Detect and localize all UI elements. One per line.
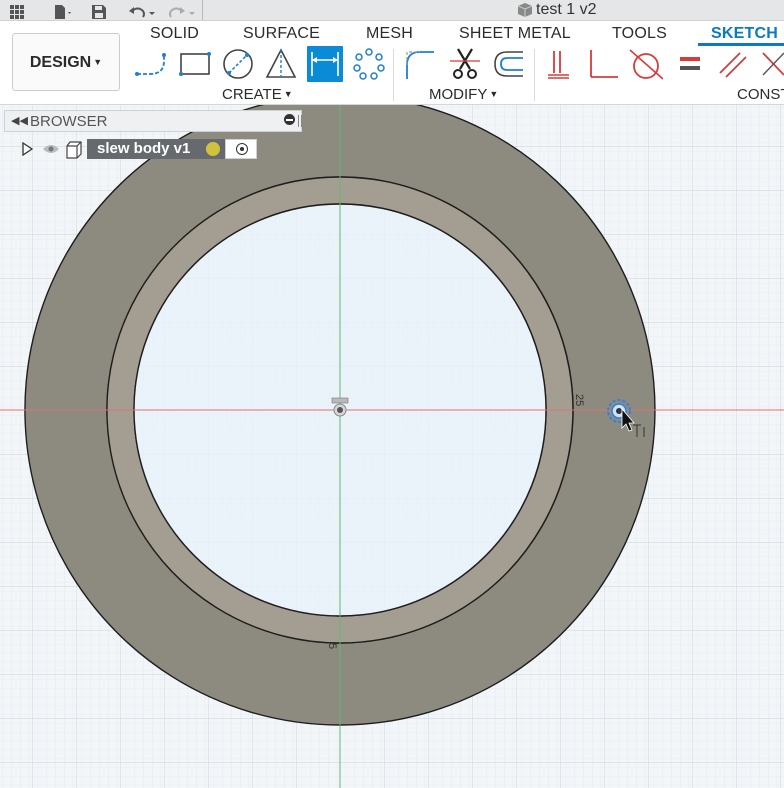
polygon-tool-button[interactable] bbox=[264, 47, 298, 81]
create-menu[interactable]: CREATE ▼ bbox=[222, 86, 293, 103]
workspace-label: DESIGN bbox=[29, 54, 92, 71]
equal-button[interactable] bbox=[673, 47, 707, 81]
dimension-tool-icon bbox=[311, 52, 339, 76]
tab-mesh[interactable]: MESH bbox=[366, 25, 413, 43]
tab-sheet-metal[interactable]: SHEET METAL bbox=[459, 25, 571, 43]
coincident-button[interactable] bbox=[545, 47, 579, 81]
eye-icon[interactable] bbox=[42, 143, 60, 155]
browser-item-label[interactable]: slew body v1 bbox=[87, 139, 225, 159]
midpoint-button[interactable] bbox=[760, 47, 784, 81]
equal-icon bbox=[680, 57, 700, 70]
redo-icon[interactable] bbox=[168, 2, 196, 22]
pattern-tool-icon bbox=[353, 48, 385, 80]
file-icon[interactable] bbox=[54, 2, 74, 22]
perpendicular-button[interactable] bbox=[586, 47, 620, 81]
panel-grip-icon[interactable] bbox=[298, 115, 302, 127]
parallel-icon bbox=[719, 52, 747, 78]
fillet-tool-button[interactable] bbox=[402, 47, 436, 81]
triangle-tool-icon bbox=[265, 48, 297, 78]
origin-point[interactable] bbox=[331, 397, 349, 417]
rectangle-tool-button[interactable] bbox=[178, 47, 212, 81]
browser-panel[interactable]: ◀◀ BROWSER bbox=[4, 110, 302, 132]
dimension-tool-button[interactable] bbox=[307, 46, 343, 82]
title-bar: test 1 v2 bbox=[0, 0, 784, 21]
activate-component-button[interactable] bbox=[225, 139, 257, 159]
browser-tree-item[interactable]: slew body v1 bbox=[20, 139, 260, 161]
modify-label: MODIFY bbox=[429, 86, 488, 103]
modify-menu[interactable]: MODIFY ▼ bbox=[429, 86, 498, 103]
midpoint-icon bbox=[762, 52, 784, 76]
collapse-arrows-icon[interactable]: ◀◀ bbox=[11, 114, 28, 127]
trim-tool-button[interactable] bbox=[448, 47, 482, 81]
constraints-menu[interactable]: CONST bbox=[737, 86, 784, 103]
chevron-down-icon: ▼ bbox=[489, 89, 499, 99]
tangent-icon bbox=[629, 49, 663, 80]
trim-tool-icon bbox=[450, 48, 480, 79]
tab-sketch[interactable]: SKETCH bbox=[711, 25, 778, 43]
line-tool-button[interactable] bbox=[134, 47, 168, 81]
component-icon bbox=[66, 141, 82, 159]
workspace-switcher-button[interactable]: DESIGN ▼ bbox=[12, 33, 120, 91]
create-label: CREATE bbox=[222, 86, 282, 103]
tab-solid[interactable]: SOLID bbox=[150, 25, 199, 43]
title-divider bbox=[202, 0, 203, 20]
coincident-icon bbox=[548, 51, 569, 79]
parallel-button[interactable] bbox=[716, 47, 750, 81]
tangent-button[interactable] bbox=[629, 47, 663, 81]
tab-surface[interactable]: SURFACE bbox=[243, 25, 320, 43]
circle-tool-icon bbox=[223, 49, 253, 79]
chevron-down-icon: ▼ bbox=[93, 57, 103, 67]
chevron-down-icon: ▼ bbox=[283, 89, 293, 99]
offset-tool-icon bbox=[494, 51, 523, 77]
offset-tool-button[interactable] bbox=[491, 47, 525, 81]
rectangle-tool-icon bbox=[179, 52, 211, 76]
minimize-icon[interactable] bbox=[284, 114, 295, 125]
tab-tools[interactable]: TOOLS bbox=[612, 25, 667, 43]
fillet-tool-icon bbox=[406, 51, 434, 79]
browser-title: BROWSER bbox=[30, 113, 108, 130]
expand-triangle-icon[interactable] bbox=[22, 142, 34, 156]
save-icon[interactable] bbox=[92, 2, 106, 22]
dimension-label-5[interactable]: 5 bbox=[326, 643, 338, 649]
toolbar-separator bbox=[393, 49, 394, 101]
pattern-tool-button[interactable] bbox=[352, 47, 386, 81]
line-tool-icon bbox=[135, 53, 166, 76]
radio-target-icon bbox=[236, 143, 248, 155]
perpendicular-icon bbox=[590, 50, 618, 78]
component-badge-icon bbox=[206, 142, 220, 156]
undo-icon[interactable] bbox=[128, 2, 156, 22]
constraints-label: CONST bbox=[737, 86, 784, 103]
active-tab-indicator bbox=[698, 43, 784, 46]
dimension-label-25[interactable]: 25 bbox=[573, 394, 585, 406]
document-title: test 1 v2 bbox=[536, 1, 597, 18]
ribbon-toolbar: DESIGN ▼ SOLID SURFACE MESH SHEET METAL T… bbox=[0, 21, 784, 105]
toolbar-separator bbox=[534, 49, 535, 101]
cube-icon bbox=[518, 3, 532, 17]
circle-tool-button[interactable] bbox=[221, 47, 255, 81]
grid-icon[interactable] bbox=[10, 2, 24, 22]
